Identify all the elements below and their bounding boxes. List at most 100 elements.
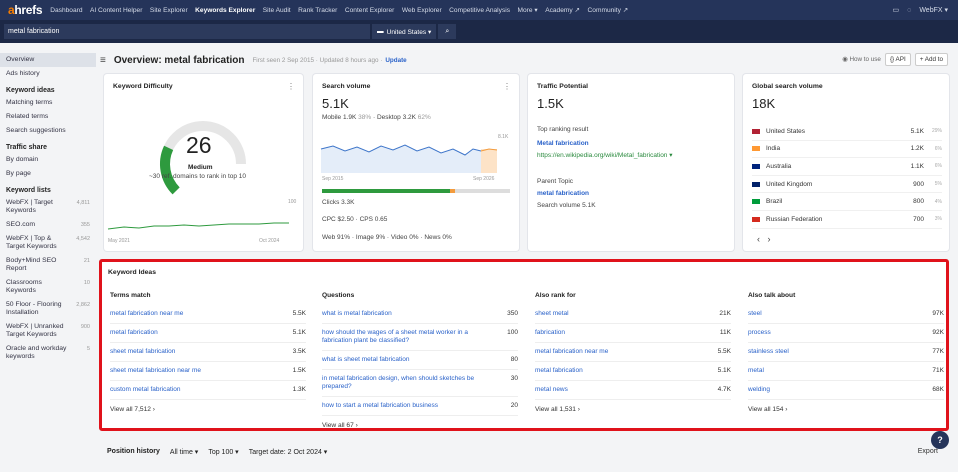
export-button[interactable]: Export [918, 448, 938, 455]
keyword-link[interactable]: in metal fabrication design, when should… [322, 375, 492, 391]
ahrefs-logo[interactable]: ahrefs [8, 3, 43, 17]
keyword-link[interactable]: steel [748, 310, 762, 318]
target-date-select[interactable]: Target date: 2 Oct 2024 ▾ [249, 448, 328, 456]
keyword-link[interactable]: metal [748, 367, 764, 375]
keyword-link[interactable]: sheet metal fabrication near me [110, 367, 201, 375]
sidebar-keyword-list[interactable]: WebFX | Target Keywords 4,811 [0, 196, 96, 218]
nav-dashboard[interactable]: Dashboard [50, 7, 82, 14]
view-all-link[interactable]: View all 7,512 › [110, 406, 306, 413]
keyword-link[interactable]: metal fabrication near me [535, 348, 608, 356]
list-count: 21 [83, 258, 90, 264]
keyword-link[interactable]: sheet metal fabrication [110, 348, 175, 356]
keyword-link[interactable]: what is sheet metal fabrication [322, 356, 409, 364]
api-button[interactable]: {} API [884, 53, 911, 66]
sidebar-keyword-list[interactable]: SEO.com 355 [0, 218, 96, 232]
keyword-row: metal fabrication 5.1K [535, 362, 731, 381]
column-heading: Terms match [110, 292, 151, 299]
search-button[interactable]: ⌕ [438, 24, 457, 39]
tp-top-result-label: Top ranking result [537, 126, 589, 133]
sidebar-keyword-list[interactable]: WebFX | Unranked Target Keywords 900 [0, 320, 96, 342]
keyword-link[interactable]: what is metal fabrication [322, 310, 392, 318]
gs-value: 18K [752, 96, 776, 111]
keyword-link[interactable]: sheet metal [535, 310, 569, 318]
country-select[interactable]: ▬ United States ▾ [372, 24, 437, 39]
tp-title: Traffic Potential [537, 83, 588, 90]
tp-parent-topic[interactable]: metal fabrication [537, 190, 589, 197]
kd-level: Medium [188, 164, 213, 171]
account-menu[interactable]: WebFX ▾ [919, 6, 948, 14]
keyword-link[interactable]: process [748, 329, 771, 337]
nav-more[interactable]: More ▾ [518, 6, 538, 14]
search-bar: metal fabrication ▬ United States ▾ ⌕ [0, 20, 958, 43]
keyword-search-input[interactable]: metal fabrication [4, 24, 370, 39]
view-all-link[interactable]: View all 1,531 › [535, 406, 731, 413]
nav-content-explorer[interactable]: Content Explorer [345, 7, 394, 14]
nav-site-explorer[interactable]: Site Explorer [150, 7, 188, 14]
list-name: WebFX | Target Keywords [6, 199, 53, 214]
keyword-volume: 71K [932, 367, 944, 374]
country-volume: 5.1K [910, 127, 924, 135]
keyword-row: how should the wages of a sheet metal wo… [322, 324, 518, 351]
column-heading: Also rank for [535, 292, 576, 299]
country-pct: 5% [934, 181, 942, 188]
keyword-link[interactable]: metal fabrication [535, 367, 583, 375]
keyword-link[interactable]: how to start a metal fabrication busines… [322, 402, 438, 410]
view-all-link[interactable]: View all 154 › [748, 406, 944, 413]
keyword-link[interactable]: welding [748, 386, 770, 394]
keyword-link[interactable]: how should the wages of a sheet metal wo… [322, 329, 492, 345]
country-name: United States [766, 127, 806, 135]
keyword-link[interactable]: metal news [535, 386, 568, 394]
keyword-ideas-column: Also talk about steel 97K process 92K stainle… [748, 292, 944, 413]
sidebar-keyword-list[interactable]: Oracle and workday keywords 5 [0, 342, 96, 364]
nav-site-audit[interactable]: Site Audit [263, 7, 291, 14]
nav-keywords-explorer[interactable]: Keywords Explorer [195, 7, 255, 14]
nav-ai-content-helper[interactable]: AI Content Helper [90, 7, 142, 14]
help-chat-button[interactable]: ? [931, 431, 949, 449]
add-to-button[interactable]: + Add to [914, 53, 948, 66]
nav-web-explorer[interactable]: Web Explorer [402, 7, 442, 14]
nav-rank-tracker[interactable]: Rank Tracker [298, 7, 337, 14]
sidebar-item-ads-history[interactable]: Ads history [0, 67, 96, 81]
all-time-select[interactable]: All time ▾ [170, 448, 198, 456]
sidebar-item-matching-terms[interactable]: Matching terms [0, 96, 96, 110]
sidebar-item-overview[interactable]: Overview [0, 53, 96, 67]
flag-icon [752, 146, 760, 152]
sidebar-item-by-domain[interactable]: By domain [0, 153, 96, 167]
sidebar-item-related-terms[interactable]: Related terms [0, 110, 96, 124]
how-to-use-link[interactable]: ◉ How to use [842, 56, 881, 63]
keyword-row: sheet metal fabrication 3.5K [110, 343, 306, 362]
list-name: SEO.com [6, 221, 36, 228]
keyword-row: what is metal fabrication 350 [322, 305, 518, 324]
tp-result-title[interactable]: Metal fabrication [537, 140, 589, 147]
sidebar-keyword-list[interactable]: 50 Floor - Flooring Installation 2,862 [0, 298, 96, 320]
country-row: Russian Federation 700 3% [752, 211, 942, 229]
sidebar-keyword-list[interactable]: WebFX | Top & Target Keywords 4,542 [0, 232, 96, 254]
more-icon[interactable]: ⋮ [287, 82, 295, 91]
update-link[interactable]: Update [385, 57, 406, 64]
tp-result-url[interactable]: https://en.wikipedia.org/wiki/Metal_fabr… [537, 151, 673, 159]
keyword-volume: 20 [510, 402, 518, 409]
keyword-link[interactable]: stainless steel [748, 348, 789, 356]
screen-icon[interactable]: ▭ [893, 6, 900, 14]
keyword-link[interactable]: metal fabrication near me [110, 310, 183, 318]
sidebar-keyword-list[interactable]: Classrooms Keywords 10 [0, 276, 96, 298]
nav-academy[interactable]: Academy ↗ [545, 6, 580, 14]
nav-competitive-analysis[interactable]: Competitive Analysis [449, 7, 510, 14]
keyword-link[interactable]: fabrication [535, 329, 565, 337]
sidebar-keyword-list[interactable]: Body+Mind SEO Report 21 [0, 254, 96, 276]
sidebar-item-by-page[interactable]: By page [0, 167, 96, 181]
view-all-link[interactable]: View all 67 › [322, 422, 518, 429]
sv-area [321, 145, 497, 173]
keyword-link[interactable]: custom metal fabrication [110, 386, 180, 394]
keyword-volume: 5.5K [292, 310, 306, 317]
country-pct: 6% [934, 145, 942, 152]
menu-icon[interactable]: ≡ [100, 55, 106, 66]
gs-pagination[interactable]: ‹ › [757, 234, 771, 244]
help-circle-icon[interactable]: ◌ [907, 7, 911, 14]
top-100-select[interactable]: Top 100 ▾ [208, 448, 238, 456]
sidebar-item-search-suggestions[interactable]: Search suggestions [0, 124, 96, 138]
more-icon[interactable]: ⋮ [503, 82, 511, 91]
nav-community[interactable]: Community ↗ [588, 6, 629, 14]
kd-title: Keyword Difficulty [113, 83, 173, 90]
keyword-link[interactable]: metal fabrication [110, 329, 158, 337]
